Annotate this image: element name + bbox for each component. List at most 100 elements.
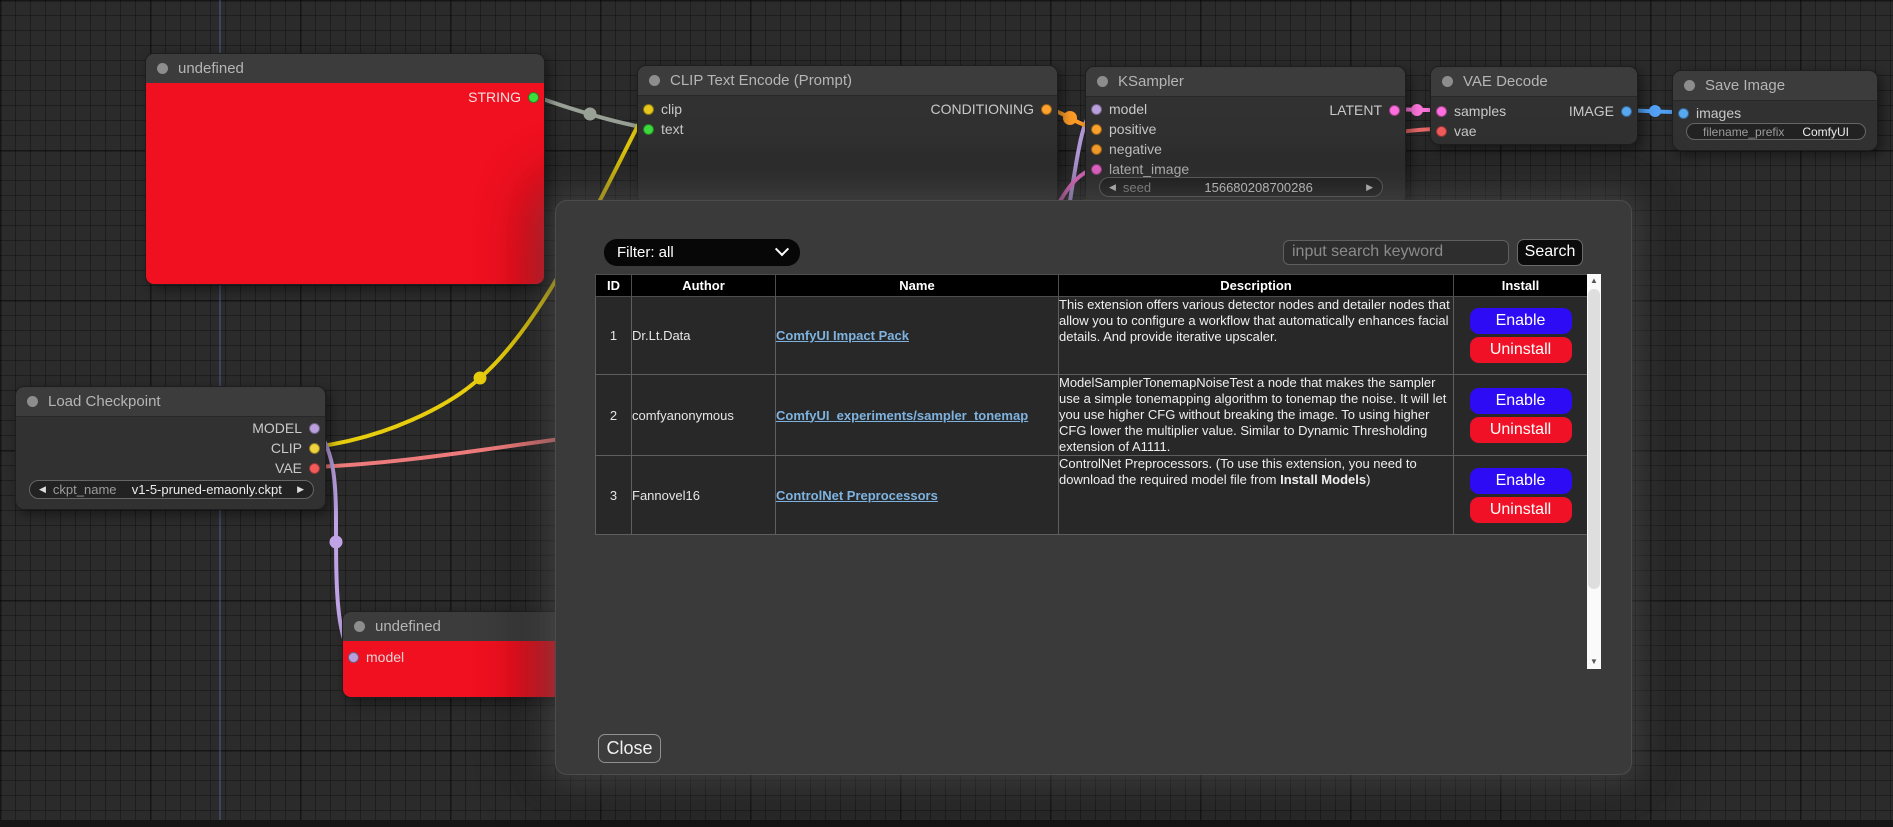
reroute-dot-yellow[interactable] — [474, 372, 487, 385]
search-input[interactable] — [1283, 240, 1509, 265]
extension-name: ComfyUI Impact Pack — [776, 297, 1059, 375]
port-dot[interactable] — [643, 104, 654, 115]
node-vae-decode[interactable]: VAE Decode samples vae IMAGE — [1430, 66, 1638, 145]
dialog-toolbar: Filter: all Search — [604, 238, 1583, 266]
extensions-table-body: 1Dr.Lt.DataComfyUI Impact PackThis exten… — [596, 297, 1588, 535]
node-status-dot — [157, 63, 168, 74]
extension-install-cell: Enable Uninstall — [1454, 456, 1588, 535]
input-port-negative[interactable]: negative — [1091, 142, 1162, 156]
enable-button[interactable]: Enable — [1470, 308, 1572, 334]
port-dot[interactable] — [1621, 106, 1632, 117]
input-port-vae[interactable]: vae — [1436, 124, 1477, 138]
close-button[interactable]: Close — [598, 734, 661, 763]
enable-button[interactable]: Enable — [1470, 388, 1572, 414]
port-dot[interactable] — [643, 124, 654, 135]
node-title-bar[interactable]: KSampler — [1086, 67, 1405, 97]
extension-id: 3 — [596, 456, 632, 535]
node-title-bar[interactable]: Load Checkpoint — [16, 387, 325, 417]
scrollbar-thumb[interactable] — [1588, 289, 1600, 589]
widget-decrement-arrow[interactable]: ◀ — [1109, 183, 1116, 192]
node-title: undefined — [178, 60, 244, 77]
uninstall-button[interactable]: Uninstall — [1470, 337, 1572, 363]
node-load-checkpoint[interactable]: Load Checkpoint MODEL CLIP VAE ◀ ckpt_na… — [15, 386, 326, 510]
reroute-dot-gray[interactable] — [584, 108, 597, 121]
port-dot[interactable] — [309, 443, 320, 454]
column-header: ID — [596, 275, 632, 297]
node-title: KSampler — [1118, 73, 1184, 90]
output-port-vae[interactable]: VAE — [275, 461, 320, 475]
extension-author: Dr.Lt.Data — [632, 297, 776, 375]
reroute-dot-blue[interactable] — [1649, 105, 1661, 117]
input-port-text[interactable]: text — [643, 122, 684, 136]
port-dot[interactable] — [1678, 108, 1689, 119]
column-header: Description — [1059, 275, 1454, 297]
node-title-bar[interactable]: VAE Decode — [1431, 67, 1637, 97]
node-status-dot — [1097, 76, 1108, 87]
port-dot[interactable] — [1041, 104, 1052, 115]
uninstall-button[interactable]: Uninstall — [1470, 417, 1572, 443]
extension-link[interactable]: ControlNet Preprocessors — [776, 488, 938, 503]
widget-increment-arrow[interactable]: ▶ — [1366, 183, 1373, 192]
extension-author: comfyanonymous — [632, 375, 776, 456]
node-title-bar[interactable]: Save Image — [1673, 71, 1877, 101]
widget-next-arrow[interactable]: ▶ — [297, 485, 304, 494]
output-port-conditioning[interactable]: CONDITIONING — [931, 102, 1052, 116]
enable-button[interactable]: Enable — [1470, 468, 1572, 494]
port-dot[interactable] — [348, 652, 359, 663]
filter-select[interactable]: Filter: all — [604, 239, 800, 266]
input-port-clip[interactable]: clip — [643, 102, 682, 116]
input-port-model[interactable]: model — [1091, 102, 1147, 116]
input-port-images[interactable]: images — [1678, 106, 1741, 120]
search-button[interactable]: Search — [1517, 239, 1583, 266]
output-port-image[interactable]: IMAGE — [1569, 104, 1632, 118]
input-port-samples[interactable]: samples — [1436, 104, 1506, 118]
node-save-image[interactable]: Save Image images filename_prefix ComfyU… — [1672, 70, 1878, 151]
extension-description: ControlNet Preprocessors. (To use this e… — [1059, 456, 1454, 535]
column-header: Author — [632, 275, 776, 297]
extension-link[interactable]: ComfyUI Impact Pack — [776, 328, 909, 343]
node-canvas[interactable]: { "canvas": { "wire_colors": { "gray": "… — [0, 0, 1893, 827]
widget-prev-arrow[interactable]: ◀ — [39, 485, 46, 494]
output-port-string[interactable]: STRING — [468, 90, 539, 104]
reroute-dot-purple[interactable] — [330, 536, 343, 549]
port-dot[interactable] — [1091, 164, 1102, 175]
extension-row: 3Fannovel16ControlNet PreprocessorsContr… — [596, 456, 1588, 535]
node-undefined-top[interactable]: undefined STRING — [145, 53, 545, 285]
extension-description: This extension offers various detector n… — [1059, 297, 1454, 375]
extension-install-cell: Enable Uninstall — [1454, 375, 1588, 456]
port-dot[interactable] — [1436, 126, 1447, 137]
port-dot[interactable] — [528, 92, 539, 103]
node-body: STRING — [146, 83, 544, 284]
port-dot[interactable] — [1091, 104, 1102, 115]
port-dot[interactable] — [1436, 106, 1447, 117]
input-port-positive[interactable]: positive — [1091, 122, 1156, 136]
port-dot[interactable] — [309, 423, 320, 434]
scrollbar[interactable]: ▲ ▼ — [1587, 274, 1601, 669]
output-port-clip[interactable]: CLIP — [271, 441, 320, 455]
node-title-bar[interactable]: CLIP Text Encode (Prompt) — [638, 66, 1057, 96]
column-header: Install — [1454, 275, 1588, 297]
port-dot[interactable] — [1091, 124, 1102, 135]
filename-prefix-widget[interactable]: filename_prefix ComfyUI — [1686, 123, 1866, 140]
extension-link[interactable]: ComfyUI_experiments/sampler_tonemap — [776, 408, 1028, 423]
port-dot[interactable] — [1091, 144, 1102, 155]
port-dot[interactable] — [309, 463, 320, 474]
output-port-model[interactable]: MODEL — [252, 421, 320, 435]
uninstall-button[interactable]: Uninstall — [1470, 497, 1572, 523]
extension-name: ComfyUI_experiments/sampler_tonemap — [776, 375, 1059, 456]
node-title: Save Image — [1705, 77, 1785, 94]
reroute-dot-orange[interactable] — [1063, 111, 1077, 125]
scrollbar-down-arrow[interactable]: ▼ — [1587, 655, 1601, 669]
seed-widget[interactable]: ◀ seed 156680208700286 ▶ — [1099, 177, 1383, 197]
scrollbar-up-arrow[interactable]: ▲ — [1587, 274, 1601, 288]
node-clip-text-encode[interactable]: CLIP Text Encode (Prompt) clip text COND… — [637, 65, 1058, 205]
node-ksampler[interactable]: KSampler model positive negative latent_… — [1085, 66, 1406, 206]
node-title-bar[interactable]: undefined — [146, 54, 544, 84]
input-port-model[interactable]: model — [348, 650, 404, 664]
ckpt-name-widget[interactable]: ◀ ckpt_name v1-5-pruned-emaonly.ckpt ▶ — [29, 480, 314, 499]
reroute-dot-pink[interactable] — [1411, 104, 1423, 116]
port-dot[interactable] — [1389, 105, 1400, 116]
node-title: undefined — [375, 618, 441, 635]
output-port-latent[interactable]: LATENT — [1329, 103, 1400, 117]
input-port-latent-image[interactable]: latent_image — [1091, 162, 1189, 176]
